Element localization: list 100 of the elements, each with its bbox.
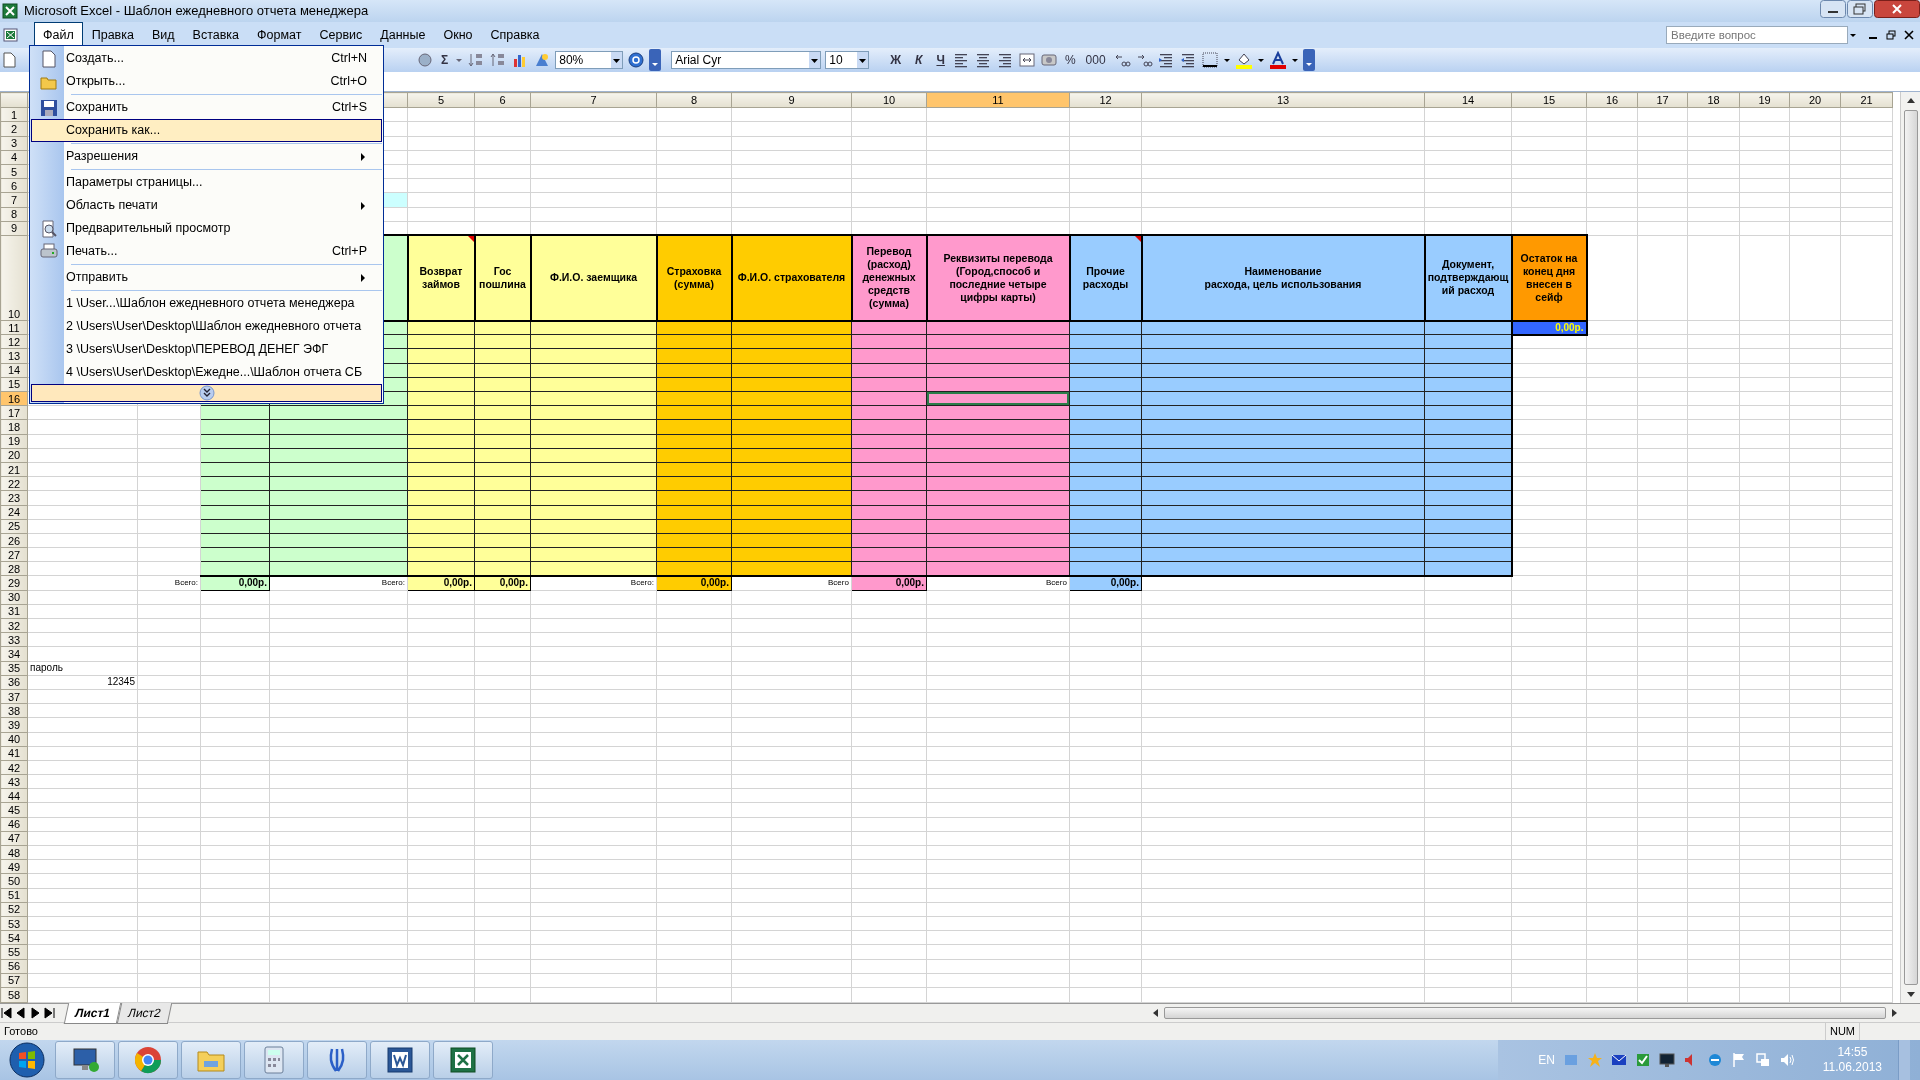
borders-icon[interactable] xyxy=(1200,51,1219,69)
remote-icon[interactable] xyxy=(1706,1052,1723,1068)
close-icon[interactable] xyxy=(1904,30,1914,40)
scrollbar-thumb[interactable] xyxy=(1164,1007,1886,1019)
menu-item[interactable]: 2 \Users\User\Desktop\Шаблон ежедневного отчета xyxy=(31,315,382,338)
sum-button[interactable]: Σ xyxy=(438,51,452,69)
menu-item[interactable]: Вид xyxy=(142,21,184,49)
column-header[interactable]: 9 xyxy=(731,92,852,108)
menu-item[interactable]: Данные xyxy=(371,21,435,49)
new-document-icon xyxy=(40,49,58,68)
restore-icon[interactable] xyxy=(1847,0,1873,18)
taskbar-button[interactable] xyxy=(307,1041,367,1079)
menu-item[interactable]: Сервис xyxy=(310,21,372,49)
column-header[interactable]: 15 xyxy=(1511,92,1587,108)
column-header[interactable]: 8 xyxy=(656,92,732,108)
column-header[interactable]: 13 xyxy=(1141,92,1425,108)
column-header[interactable]: 12 xyxy=(1069,92,1142,108)
mail-icon[interactable] xyxy=(1610,1052,1627,1068)
research-icon[interactable] xyxy=(416,51,434,69)
menu-item[interactable]: Предварительный просмотр xyxy=(31,217,382,240)
column-header[interactable]: 11 xyxy=(926,92,1070,108)
column-title: Ф.И.О. страхователя xyxy=(731,235,852,321)
checkmark-icon[interactable] xyxy=(1634,1052,1651,1068)
zoom-field[interactable]: 80% xyxy=(555,51,624,69)
menu-item[interactable]: Окно xyxy=(434,21,482,49)
menu-item[interactable]: Открыть... Ctrl+O xyxy=(31,70,382,93)
star-icon[interactable] xyxy=(1586,1052,1603,1068)
help-icon[interactable] xyxy=(627,51,646,69)
column-header[interactable]: 20 xyxy=(1789,92,1841,108)
menu-item[interactable]: 1 \User...\Шаблон ежедневного отчета менеджера xyxy=(31,292,382,315)
monitor-icon xyxy=(70,1045,100,1075)
workbook-icon[interactable] xyxy=(2,27,20,43)
menu-item[interactable]: Правка xyxy=(82,21,143,49)
column-header[interactable]: 14 xyxy=(1424,92,1512,108)
help-search-field[interactable]: Введите вопрос xyxy=(1666,26,1848,44)
toolbar-options-icon[interactable] xyxy=(649,49,662,71)
menu-item[interactable]: Вставка xyxy=(183,21,249,49)
window-title: Microsoft Excel - Шаблон ежедневного отчета менеджера xyxy=(24,2,369,21)
toolbar-options-icon[interactable] xyxy=(1302,49,1315,71)
menu-item[interactable]: Отправить xyxy=(31,266,382,289)
column-header[interactable]: 16 xyxy=(1586,92,1638,108)
percent-button[interactable]: % xyxy=(1061,51,1079,69)
spreadsheet-app-icon xyxy=(448,1045,478,1075)
menu-item[interactable]: Печать... Ctrl+P xyxy=(31,240,382,263)
restore-icon[interactable] xyxy=(1886,30,1896,40)
fill-color-icon[interactable] xyxy=(1234,51,1253,69)
column-title: Возврат займов xyxy=(419,265,463,290)
close-icon[interactable] xyxy=(1874,0,1920,18)
menu-item[interactable]: 3 \Users\User\Desktop\ПЕРЕВОД ДЕНЕГ ЭФГ xyxy=(31,338,382,361)
menu-item[interactable]: Создать... Ctrl+N xyxy=(31,47,382,70)
column-header[interactable]: 5 xyxy=(407,92,475,108)
column-header[interactable]: 7 xyxy=(530,92,657,108)
font-color-icon[interactable] xyxy=(1268,51,1287,69)
browser-icon xyxy=(133,1045,163,1075)
column-header[interactable]: 10 xyxy=(851,92,927,108)
menu-item[interactable]: Формат xyxy=(248,21,311,49)
column-title: Документ, подтверждающий расход xyxy=(1424,235,1512,321)
new-document-icon[interactable] xyxy=(0,51,18,69)
column-header[interactable]: 19 xyxy=(1739,92,1790,108)
last-sheet-icon[interactable] xyxy=(42,1006,56,1020)
menu-item[interactable]: Справка xyxy=(481,21,549,49)
underline-button[interactable]: Ч xyxy=(933,51,948,69)
taskbar-button[interactable] xyxy=(433,1041,493,1079)
table-cell: 12345 xyxy=(27,675,138,690)
taskbar-button[interactable] xyxy=(370,1041,430,1079)
column-header[interactable]: 6 xyxy=(474,92,531,108)
minimize-icon[interactable] xyxy=(1820,0,1846,18)
menu-item[interactable]: Параметры страницы... xyxy=(31,171,382,194)
menu-item[interactable]: 4 \Users\User\Desktop\Ежедне...\Шаблон отчета СБ xyxy=(31,361,382,384)
save-icon xyxy=(40,98,58,117)
total-label: Всего: xyxy=(137,575,201,591)
column-header[interactable]: 18 xyxy=(1687,92,1740,108)
menu-item[interactable]: Сохранить как... xyxy=(31,119,382,142)
merge-cells-icon[interactable] xyxy=(1017,51,1036,69)
column-title: Перевод (расход) денежных средств (сумма) xyxy=(851,235,927,321)
next-sheet-icon[interactable] xyxy=(28,1006,42,1020)
column-title: Ф.И.О. заемщика xyxy=(530,235,657,321)
column-header[interactable]: 21 xyxy=(1840,92,1893,108)
column-title: Страховка (сумма) xyxy=(656,235,732,321)
status-text: Готово xyxy=(4,1024,38,1040)
bold-button[interactable]: Ж xyxy=(887,51,905,69)
font-size-field[interactable]: 10 xyxy=(825,51,870,69)
thousands-button[interactable]: 000 xyxy=(1082,51,1109,69)
menu-item[interactable]: Разрешения xyxy=(31,145,382,168)
row-header[interactable]: 10 xyxy=(0,235,28,321)
decrease-indent-icon[interactable] xyxy=(1156,51,1175,69)
expand-icon[interactable] xyxy=(198,385,215,401)
menu-item[interactable]: Область печати xyxy=(31,194,382,217)
font-field[interactable]: Arial Cyr xyxy=(671,51,822,69)
first-sheet-icon[interactable] xyxy=(0,1006,14,1020)
monitor-icon[interactable] xyxy=(1658,1052,1675,1068)
column-title: Остаток на конец дня внесен в сейф xyxy=(1511,235,1587,321)
menu-item[interactable]: Сохранить Ctrl+S xyxy=(31,96,382,119)
column-title: Наименование расхода, цель использования xyxy=(1141,235,1425,321)
total-label: Всего: xyxy=(530,575,657,591)
column-header[interactable]: 17 xyxy=(1637,92,1688,108)
italic-button[interactable]: К xyxy=(912,51,926,69)
scrollbar-thumb[interactable] xyxy=(1903,110,1918,985)
taskbar-button[interactable] xyxy=(55,1041,115,1079)
previous-sheet-icon[interactable] xyxy=(14,1006,28,1020)
